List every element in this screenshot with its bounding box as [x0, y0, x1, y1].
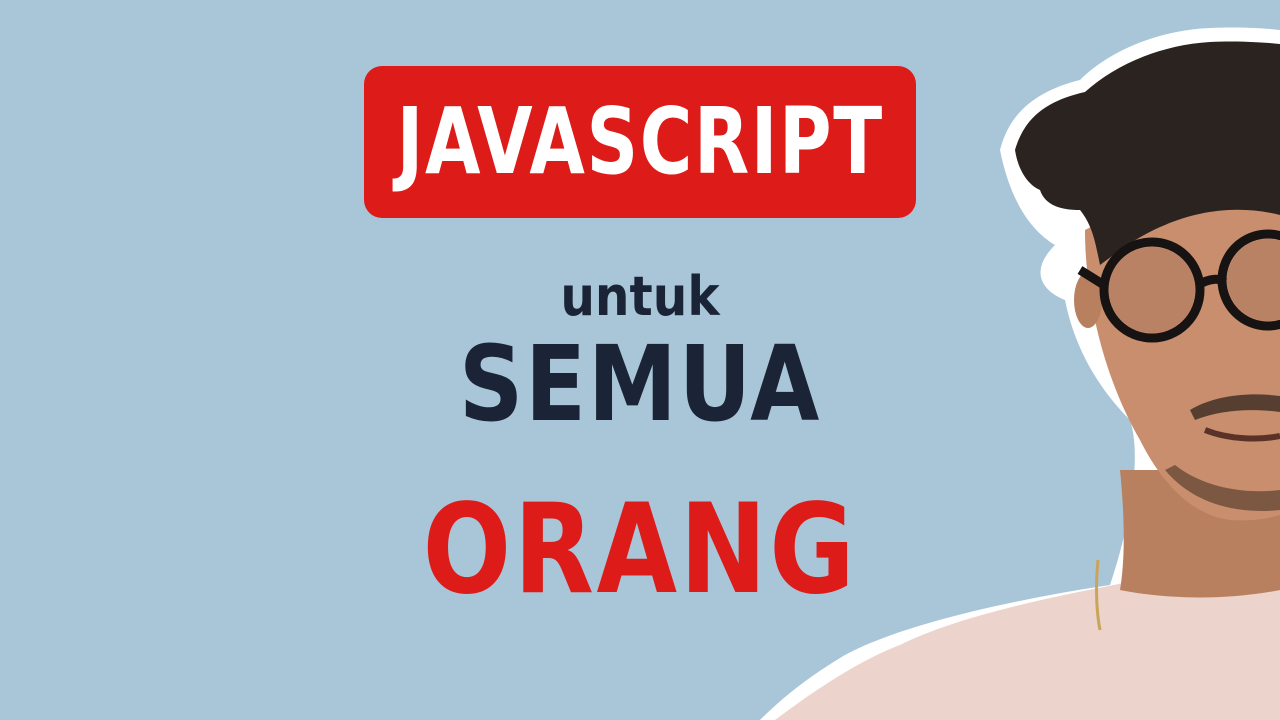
- person-photo: [760, 27, 1280, 720]
